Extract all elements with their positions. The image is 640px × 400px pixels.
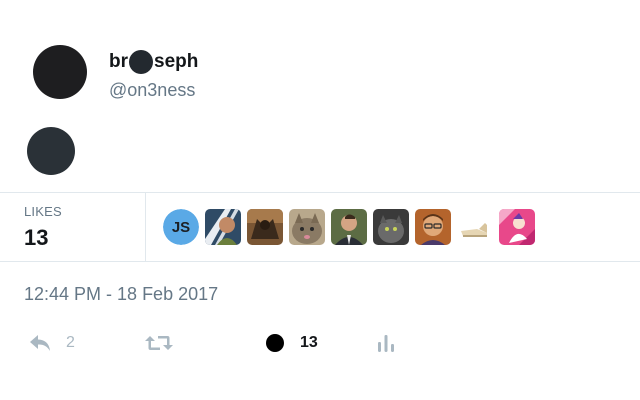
like-count: 13 — [300, 334, 318, 351]
like-heart-icon — [266, 334, 284, 352]
retweet-icon — [145, 336, 173, 350]
liker-avatar-glasses-man[interactable] — [415, 209, 451, 245]
photo-icon — [289, 209, 325, 245]
photo-icon — [331, 209, 367, 245]
js-logo-text: JS — [171, 218, 191, 236]
liker-avatar-shoe[interactable] — [457, 209, 493, 245]
tweet-detail: br seph @on3ness LIKES 13 JS 12:44 PM - … — [0, 0, 640, 400]
likes-stat[interactable]: LIKES 13 — [24, 193, 146, 261]
author-avatar[interactable] — [33, 45, 87, 99]
photo-icon — [205, 209, 241, 245]
author-name-suffix: seph — [154, 51, 199, 72]
photo-icon — [373, 209, 409, 245]
liker-avatar-man-suit[interactable] — [331, 209, 367, 245]
analytics-icon — [378, 335, 394, 352]
likers-avatars: JS — [163, 209, 541, 245]
tweet-actions: 2 13 — [24, 328, 624, 358]
tweet-stats: LIKES 13 JS — [0, 192, 640, 262]
liker-avatar-striped-man[interactable] — [205, 209, 241, 245]
author-name-prefix: br — [109, 51, 128, 72]
analytics-button[interactable] — [376, 328, 396, 358]
liker-avatar-dark-cat[interactable] — [373, 209, 409, 245]
retweet-button[interactable] — [144, 328, 188, 358]
liker-avatar-js[interactable]: JS — [163, 209, 199, 245]
name-emoji-dot — [129, 50, 153, 74]
tweet-emoji-content — [27, 127, 75, 175]
tweet-timestamp[interactable]: 12:44 PM - 18 Feb 2017 — [24, 284, 218, 305]
reply-button[interactable]: 2 — [28, 328, 75, 358]
reply-count: 2 — [66, 334, 75, 351]
reply-icon — [30, 335, 50, 351]
likes-count: 13 — [24, 225, 49, 250]
photo-icon — [457, 209, 493, 245]
author-handle[interactable]: @on3ness — [109, 80, 195, 101]
author-name[interactable]: br seph — [109, 50, 198, 74]
like-button[interactable]: 13 — [266, 328, 318, 358]
photo-icon — [415, 209, 451, 245]
photo-icon — [499, 209, 535, 245]
liker-avatar-cat[interactable] — [289, 209, 325, 245]
photo-icon — [247, 209, 283, 245]
liker-avatar-bat-figure[interactable] — [247, 209, 283, 245]
likes-label: LIKES — [24, 204, 62, 219]
liker-avatar-pink-illustration[interactable] — [499, 209, 535, 245]
